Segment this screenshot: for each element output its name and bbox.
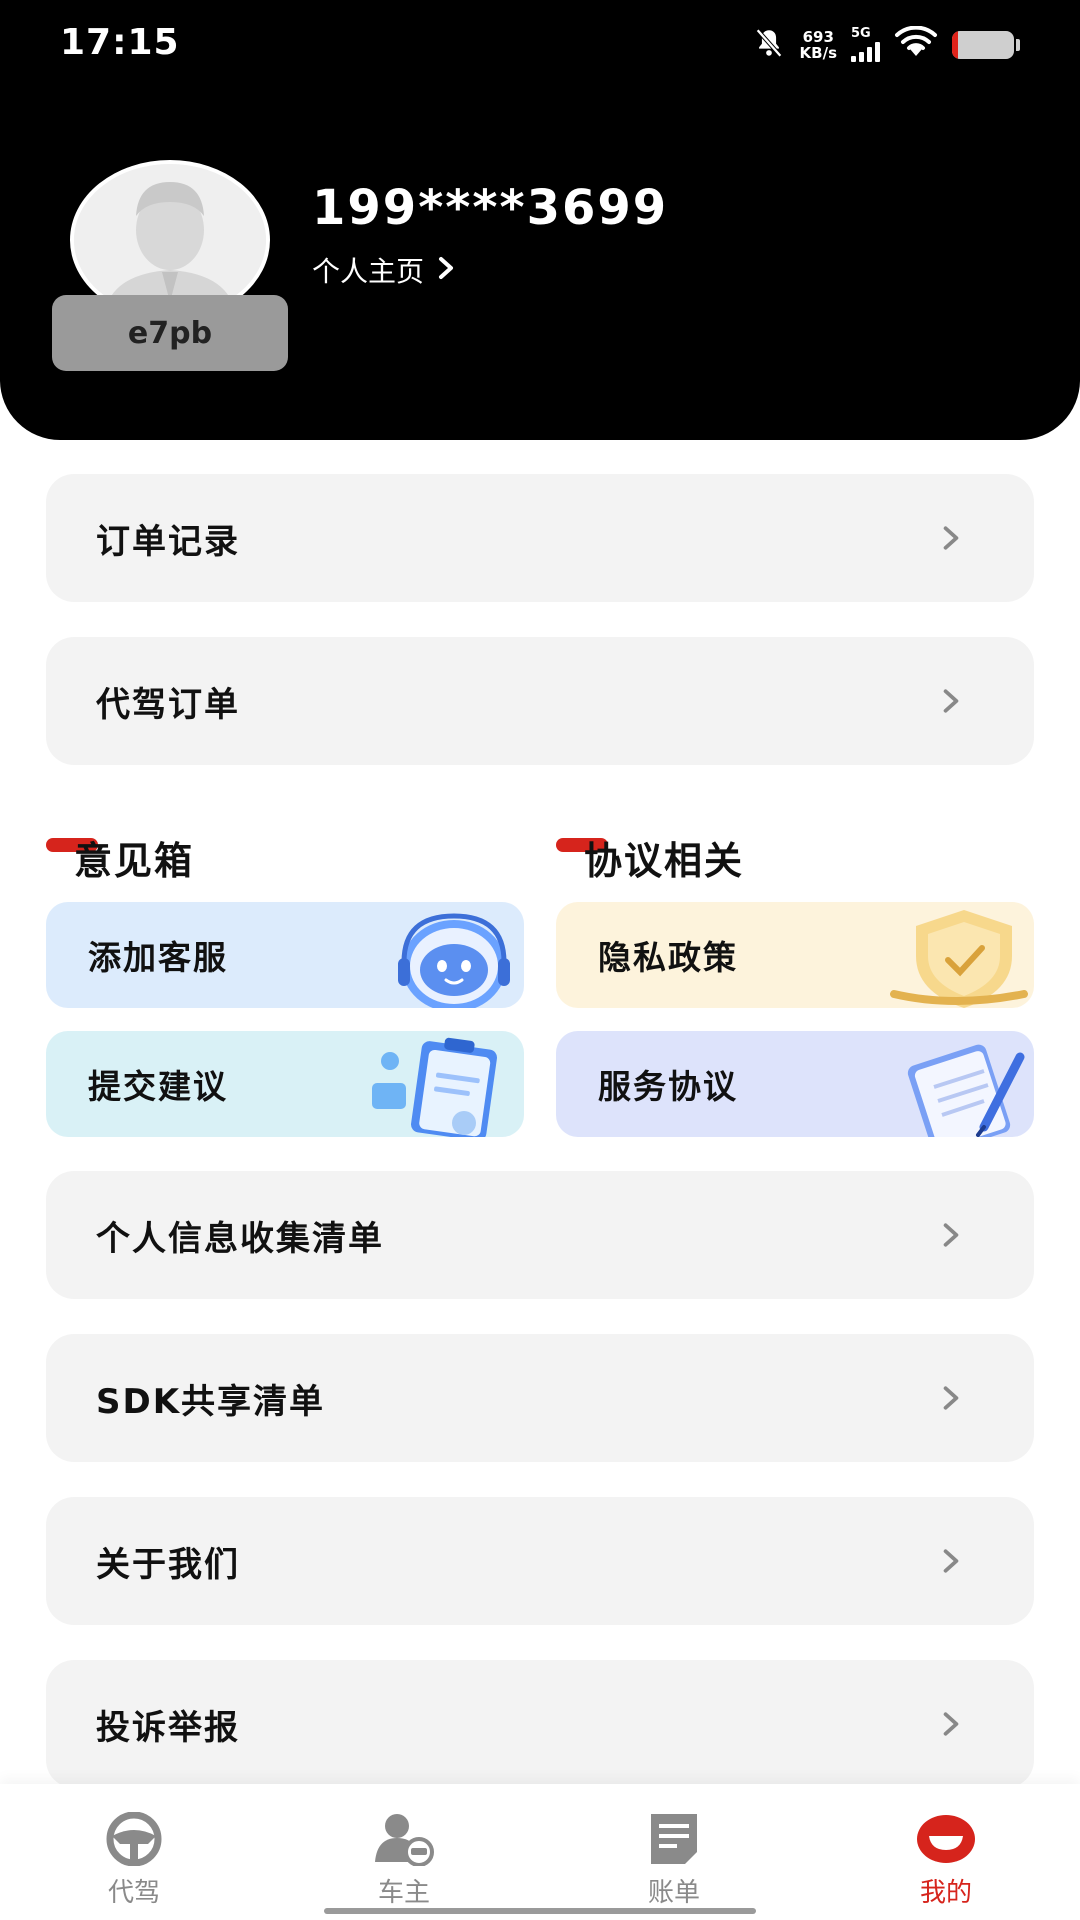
- card-label: 隐私政策: [598, 938, 738, 977]
- personal-homepage-link[interactable]: 个人主页: [312, 250, 456, 290]
- bottom-nav: 代驾 车主 账单 我的: [0, 1784, 1080, 1920]
- car-owner-icon: [375, 1814, 434, 1866]
- steering-wheel-icon: [106, 1812, 162, 1866]
- wifi-icon: [894, 25, 938, 64]
- sdk-share-list-row[interactable]: SDK共享清单: [46, 1334, 1034, 1462]
- agreements-section-title: 协议相关: [584, 839, 745, 883]
- bill-icon: [651, 1814, 697, 1864]
- personal-info-list-row[interactable]: 个人信息收集清单: [46, 1171, 1034, 1299]
- row-label: 个人信息收集清单: [96, 1218, 384, 1259]
- mine-icon: [917, 1815, 975, 1863]
- privacy-policy-card[interactable]: 隐私政策: [556, 902, 1034, 1008]
- chevron-right-icon: [943, 689, 959, 713]
- net-speed: 693 KB/s: [799, 28, 837, 62]
- row-label: 代驾订单: [96, 684, 240, 725]
- card-label: 服务协议: [598, 1067, 738, 1106]
- chevron-right-icon: [943, 526, 959, 550]
- nav-tab-driving[interactable]: 代驾: [74, 1812, 194, 1909]
- submit-suggestion-card[interactable]: 提交建议: [46, 1031, 524, 1137]
- driving-orders-row[interactable]: 代驾订单: [46, 637, 1034, 765]
- chevron-right-icon: [943, 1712, 959, 1736]
- feedback-section-title: 意见箱: [74, 839, 195, 883]
- bell-muted-icon: [752, 26, 786, 64]
- row-label: 订单记录: [96, 521, 240, 562]
- complaint-report-row[interactable]: 投诉举报: [46, 1660, 1034, 1788]
- chevron-right-icon: [943, 1386, 959, 1410]
- robot-headset-icon: [398, 913, 510, 1008]
- notebook-pen-icon: [907, 1044, 1025, 1137]
- nav-label: 我的: [919, 1878, 972, 1908]
- status-bar: 17:15 693 KB/s 5G: [0, 0, 1080, 90]
- nav-tab-car-owner[interactable]: 车主: [344, 1812, 464, 1909]
- chevron-right-icon: [436, 254, 456, 287]
- status-icons: 693 KB/s 5G: [752, 25, 1020, 64]
- add-service-card[interactable]: 添加客服: [46, 902, 524, 1008]
- nav-tab-bill[interactable]: 账单: [614, 1812, 734, 1909]
- card-label: 添加客服: [88, 938, 228, 977]
- card-label: 提交建议: [88, 1067, 228, 1106]
- nav-label: 账单: [647, 1878, 700, 1908]
- home-indicator[interactable]: [324, 1908, 756, 1914]
- shield-check-icon: [890, 910, 1028, 1008]
- nav-label: 代驾: [107, 1878, 160, 1908]
- nickname-tag: e7pb: [52, 295, 288, 371]
- service-agreement-card[interactable]: 服务协议: [556, 1031, 1034, 1137]
- row-label: 关于我们: [96, 1544, 240, 1585]
- chevron-right-icon: [943, 1223, 959, 1247]
- profile-header: 17:15 693 KB/s 5G e7pb 199****3699 个人主页: [0, 0, 1080, 440]
- about-us-row[interactable]: 关于我们: [46, 1497, 1034, 1625]
- order-records-row[interactable]: 订单记录: [46, 474, 1034, 602]
- status-time: 17:15: [60, 22, 180, 63]
- nav-label: 车主: [377, 1878, 430, 1908]
- battery-icon: [952, 31, 1014, 59]
- phone-number: 199****3699: [312, 180, 669, 236]
- nav-tab-mine[interactable]: 我的: [886, 1812, 1006, 1909]
- chevron-right-icon: [943, 1549, 959, 1573]
- clipboard-icon: [372, 1037, 497, 1137]
- row-label: 投诉举报: [96, 1707, 240, 1748]
- row-label: SDK共享清单: [96, 1381, 326, 1422]
- home-link-label: 个人主页: [312, 255, 425, 288]
- cellular-signal-icon: 5G: [851, 27, 880, 62]
